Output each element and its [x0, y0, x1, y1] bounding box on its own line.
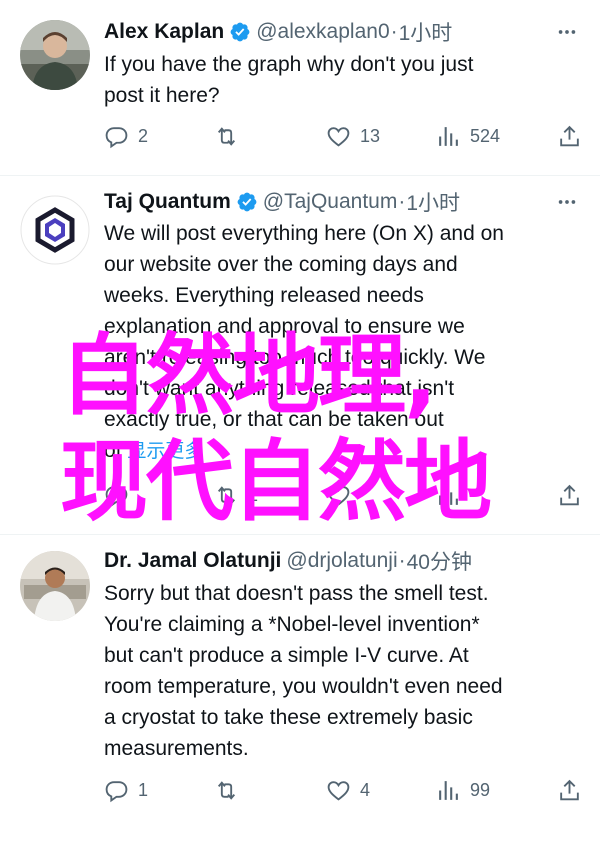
like-count: 4 — [360, 779, 371, 800]
verified-badge-icon — [237, 192, 257, 212]
timestamp[interactable]: 1小时 — [399, 17, 453, 47]
reply-button[interactable]: 1 — [104, 775, 148, 805]
like-button[interactable]: 13 — [326, 121, 380, 151]
retweet-button[interactable] — [214, 775, 248, 805]
verified-badge-icon — [230, 22, 250, 42]
like-button[interactable]: 4 — [326, 775, 370, 805]
tweet-text: Sorry but that doesn't pass the smell te… — [104, 582, 503, 760]
tweet-text: We will post everything here (On X) and … — [104, 218, 576, 467]
more-icon[interactable] — [554, 17, 580, 47]
show-more-link[interactable]: 显示更多 — [127, 441, 203, 462]
tweet[interactable]: Alex Kaplan @alexkaplan0 · 1小时 If you ha… — [0, 0, 600, 176]
reply-count: 2 — [138, 125, 149, 146]
action-bar: 1 4 99 — [104, 775, 582, 805]
share-button[interactable] — [557, 121, 582, 151]
tweet-header: Alex Kaplan @alexkaplan0 · 1小时 — [104, 17, 580, 47]
share-button[interactable] — [557, 775, 582, 805]
handle[interactable]: @drjolatunji — [286, 549, 397, 573]
views-icon — [439, 485, 458, 505]
separator-dot: · — [398, 549, 406, 572]
like-count: 13 — [360, 125, 381, 146]
timestamp[interactable]: 1小时 — [406, 187, 460, 217]
views-count: 524 — [470, 125, 501, 146]
action-bar: 2 13 524 — [104, 121, 582, 151]
timestamp[interactable]: 40分钟 — [407, 546, 472, 576]
handle[interactable]: @alexkaplan0 — [256, 20, 389, 44]
retweet-icon — [217, 485, 236, 505]
views-icon — [439, 780, 458, 800]
like-icon — [327, 780, 350, 801]
handle[interactable]: @TajQuantum — [263, 190, 398, 214]
like-icon — [327, 485, 350, 506]
reply-icon — [105, 126, 128, 148]
tweet-header: Taj Quantum @TajQuantum · 1小时 — [104, 187, 580, 217]
retweet-count: 1 — [248, 484, 259, 505]
avatar[interactable] — [20, 195, 90, 265]
separator-dot: · — [398, 190, 406, 213]
views-count: 99 — [470, 779, 491, 800]
views-button[interactable] — [436, 480, 470, 510]
share-icon — [560, 484, 579, 505]
share-icon — [560, 125, 579, 146]
avatar[interactable] — [20, 20, 90, 90]
reply-button[interactable] — [104, 480, 138, 510]
separator-dot: · — [390, 20, 398, 43]
tweet-text-content: We will post everything here (On X) and … — [104, 222, 504, 462]
tweet-text: If you have the graph why don't you just… — [104, 53, 474, 107]
retweet-icon — [217, 126, 236, 146]
views-button[interactable]: 524 — [436, 121, 500, 151]
tweet[interactable]: Taj Quantum @TajQuantum · 1小时 We will po… — [0, 176, 600, 535]
share-icon — [560, 779, 579, 800]
tweet[interactable]: Dr. Jamal Olatunji @drjolatunji · 40分钟 S… — [0, 535, 600, 847]
retweet-icon — [217, 780, 236, 800]
action-bar: 1 — [104, 480, 582, 510]
more-icon[interactable] — [554, 187, 580, 217]
display-name[interactable]: Dr. Jamal Olatunji — [104, 549, 281, 573]
display-name[interactable]: Alex Kaplan — [104, 20, 224, 44]
retweet-button[interactable] — [214, 121, 248, 151]
retweet-button[interactable]: 1 — [214, 480, 258, 510]
display-name[interactable]: Taj Quantum — [104, 190, 231, 214]
tweet-header: Dr. Jamal Olatunji @drjolatunji · 40分钟 — [104, 546, 580, 576]
reply-icon — [105, 485, 128, 507]
share-button[interactable] — [557, 480, 582, 510]
views-icon — [439, 126, 458, 146]
reply-icon — [105, 780, 128, 802]
views-button[interactable]: 99 — [436, 775, 490, 805]
reply-button[interactable]: 2 — [104, 121, 148, 151]
like-button[interactable] — [326, 480, 360, 510]
avatar[interactable] — [20, 551, 90, 621]
like-icon — [327, 126, 350, 147]
reply-count: 1 — [138, 779, 149, 800]
